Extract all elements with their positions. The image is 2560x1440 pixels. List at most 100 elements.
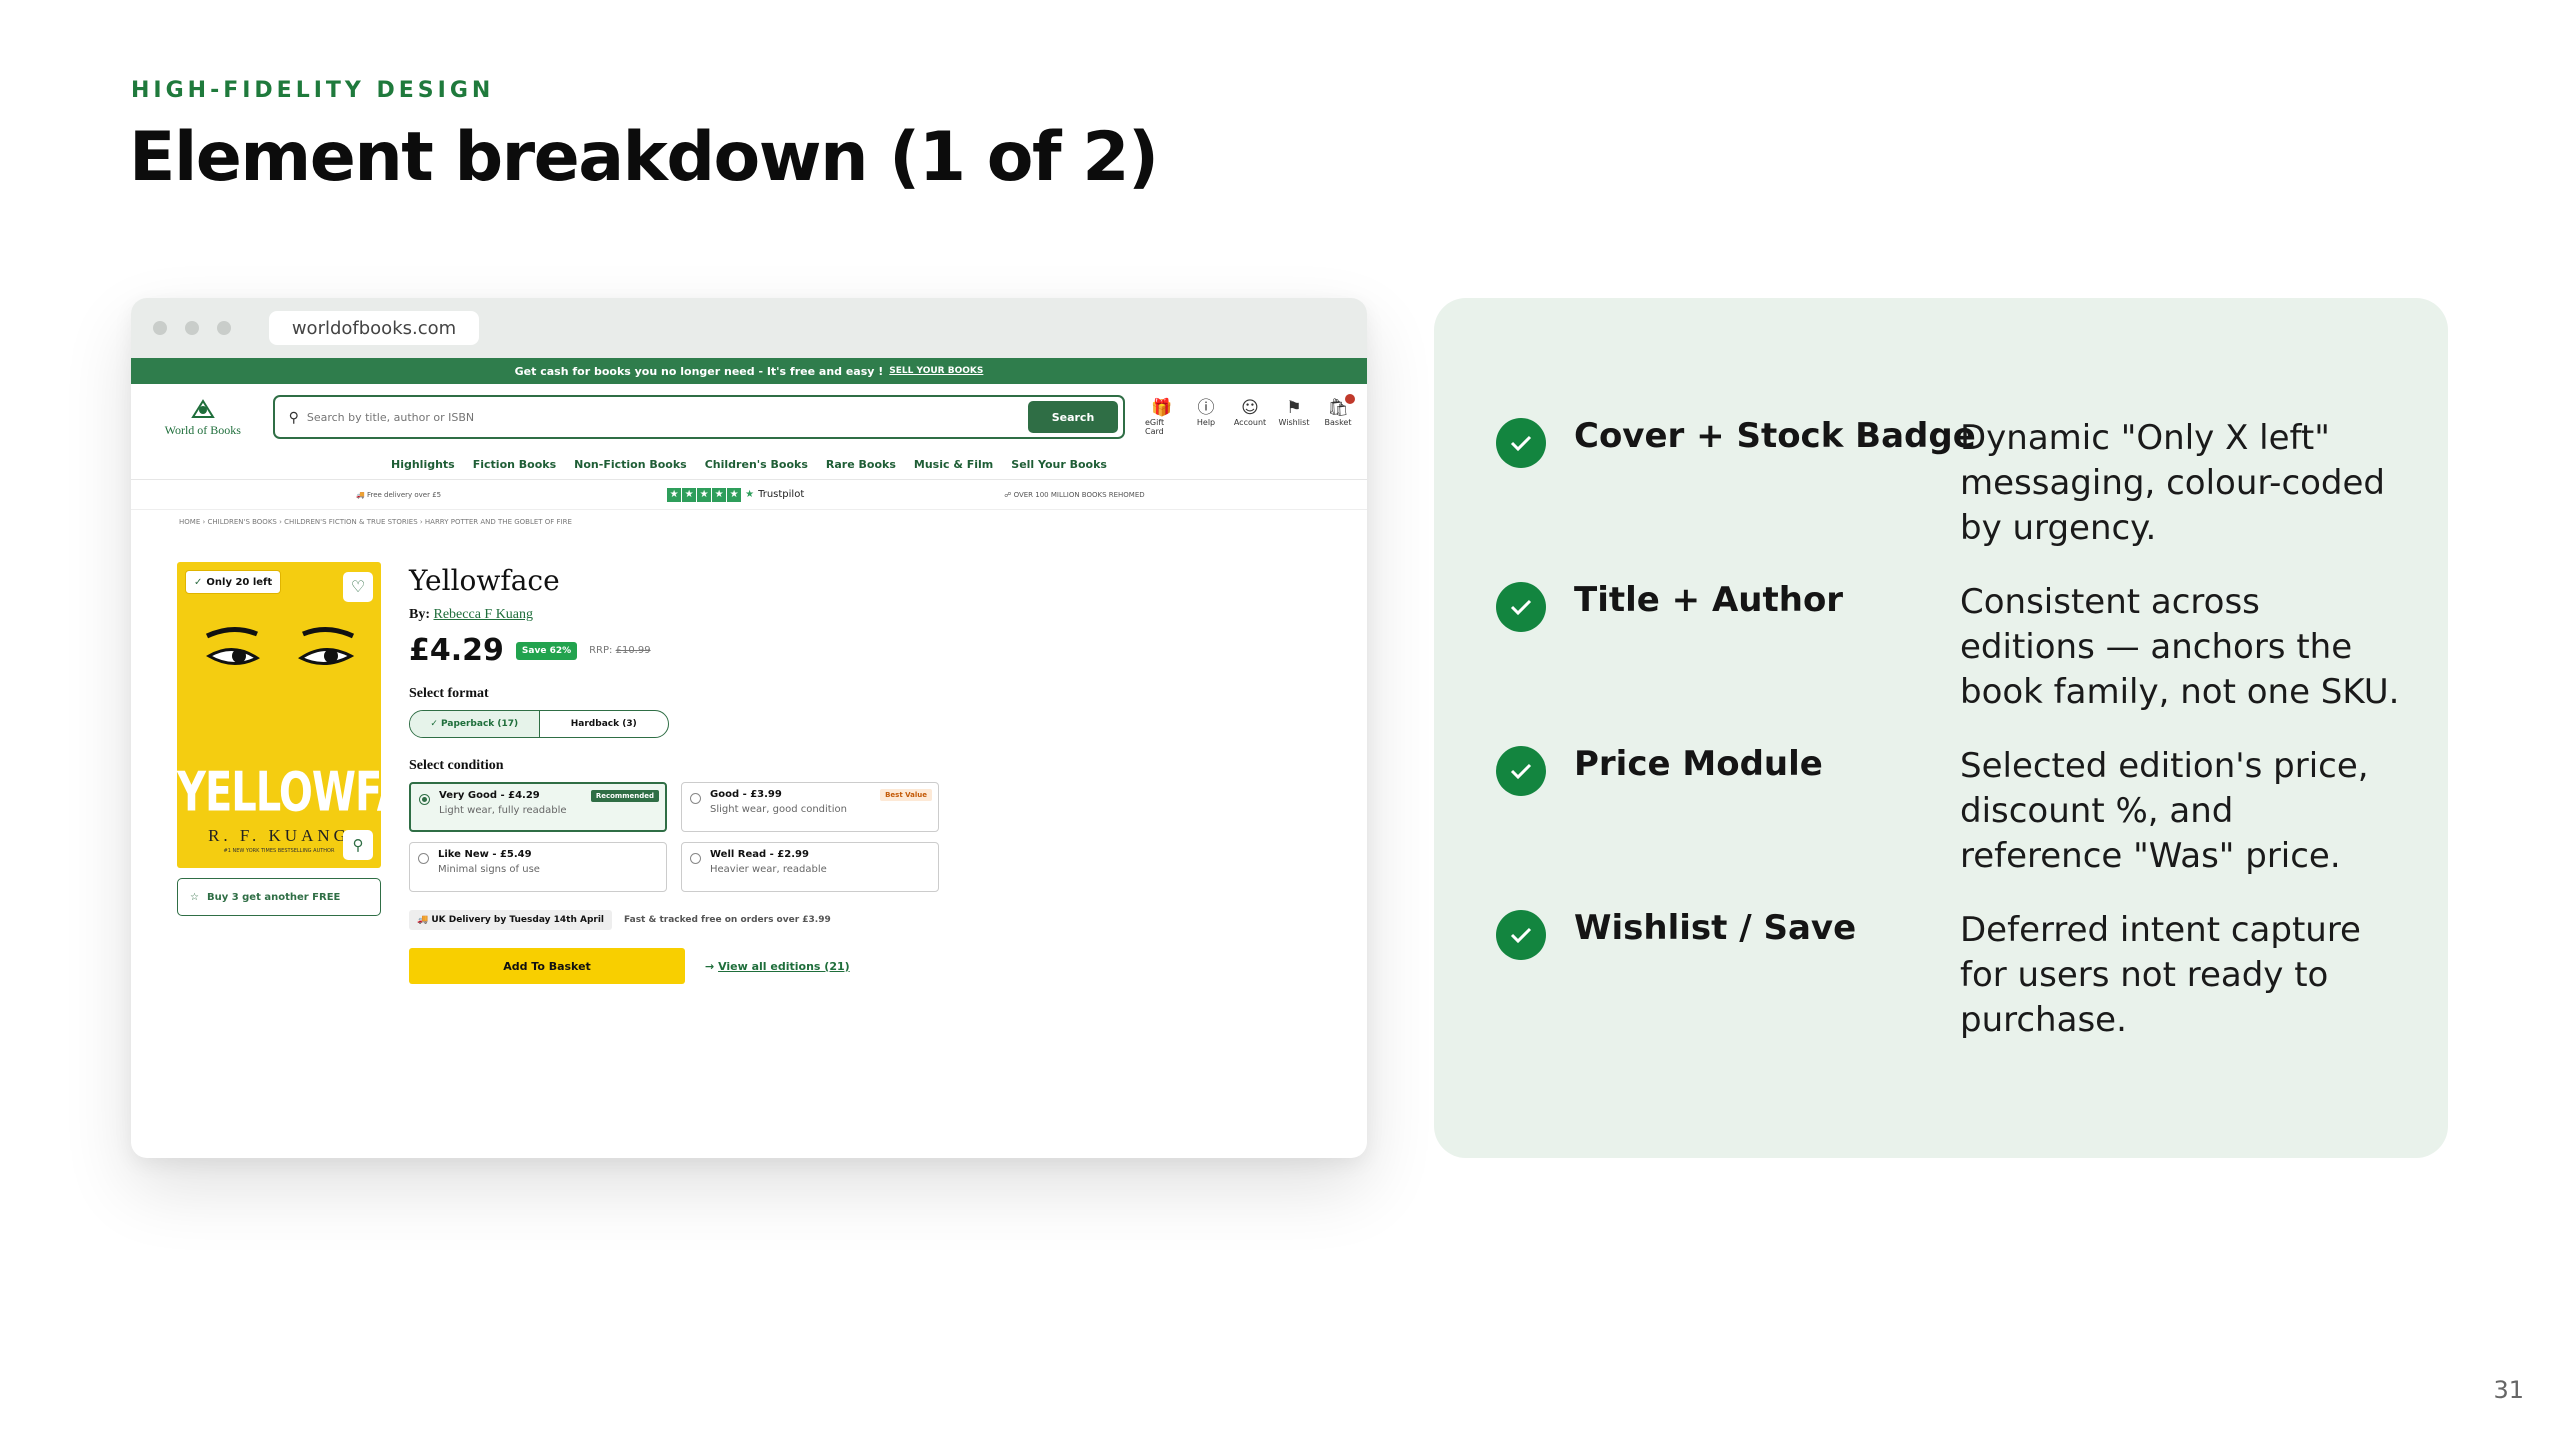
condition-very-good[interactable]: Very Good - £4.29 Light wear, fully read… [409,782,667,832]
egift-card-label: eGift Card [1145,418,1165,436]
category-nav: Highlights Fiction Books Non-Fiction Boo… [131,450,1367,480]
rehomed-note: ☍ OVER 100 MILLION BOOKS REHOMED [1004,490,1145,499]
feature-panel: Cover + Stock Badge Dynamic "Only X left… [1434,298,2448,1158]
condition-grid: Very Good - £4.29 Light wear, fully read… [409,782,969,892]
condition-title: Like New - £5.49 [438,849,532,860]
window-dot-maximize[interactable] [217,321,231,335]
add-to-basket-button[interactable]: Add To Basket [409,948,685,984]
bundle-offer-button[interactable]: ☆ Buy 3 get another FREE [177,878,381,916]
breadcrumb: HOME › CHILDREN'S BOOKS › CHILDREN'S FIC… [179,518,572,526]
radio-like-new[interactable] [418,853,429,864]
basket-icon: 🛍 [1327,394,1355,418]
browser-chrome: worldofbooks.com [131,298,1367,358]
cta-row: Add To Basket → View all editions (21) [409,948,969,984]
gift-icon: 🎁 [1151,398,1173,418]
window-dot-close[interactable] [153,321,167,335]
breadcrumb-childrens-fiction[interactable]: CHILDREN'S FICTION & TRUE STORIES [284,518,418,526]
trust-bar: 🚚 Free delivery over £5 ★ ★ ★ ★ ★ ★ Trustpil… [131,480,1367,510]
condition-sub: Minimal signs of use [438,864,540,875]
view-editions-link[interactable]: → View all editions (21) [705,960,850,973]
star-icon: ★ [745,489,755,500]
slide-title: Element breakdown (1 of 2) [129,118,1159,197]
author-link[interactable]: Rebecca F Kuang [434,607,534,622]
feature-desc: Deferred intent capture for users not re… [1960,910,2361,1040]
help-link[interactable]: ⓘ Help [1189,398,1223,436]
radio-very-good[interactable] [419,794,430,805]
free-delivery-text: Free delivery over £5 [366,490,442,499]
nav-sell-your-books[interactable]: Sell Your Books [1011,458,1107,471]
format-hardback-label: Hardback (3) [570,719,637,729]
condition-sub: Slight wear, good condition [710,804,847,815]
nav-highlights[interactable]: Highlights [391,458,455,471]
search-icon: ⚲ [288,408,299,425]
window-dot-minimize[interactable] [185,321,199,335]
price: £4.29 [409,633,504,668]
rrp-price: RRP: £10.99 [589,645,650,656]
breadcrumb-home[interactable]: HOME [179,518,200,526]
browser-mockup: worldofbooks.com Get cash for books you … [131,298,1367,1158]
breadcrumb-childrens-books[interactable]: CHILDREN'S BOOKS [208,518,277,526]
nav-rare-books[interactable]: Rare Books [826,458,896,471]
site-logo[interactable]: World of Books [153,397,253,438]
check-icon: ✓ [194,576,203,588]
arrow-right-icon: → [705,959,715,973]
nav-music-film[interactable]: Music & Film [914,458,993,471]
rrp-value: £10.99 [615,645,651,656]
search-box: ⚲ Search [272,395,1125,439]
account-link[interactable]: ☺ Account [1233,398,1267,436]
basket-count-badge [1344,394,1355,404]
page-number: 31 [2493,1376,2524,1404]
nav-childrens-books[interactable]: Children's Books [705,458,808,471]
egift-card-link[interactable]: 🎁 eGift Card [1145,398,1179,436]
format-label: Select format [409,686,489,701]
zoom-button[interactable]: ⚲ [343,830,373,860]
feature-title: Cover + Stock Badge [1574,416,1976,456]
bookmark-icon: ⚑ [1286,398,1302,418]
trustpilot-rating[interactable]: ★ ★ ★ ★ ★ ★ Trustpilot [667,487,804,502]
promo-text: Get cash for books you no longer need - … [514,364,884,378]
breadcrumb-current: HARRY POTTER AND THE GOBLET OF FIRE [424,518,572,526]
radio-well-read[interactable] [690,853,701,864]
radio-good[interactable] [690,793,701,804]
format-paperback[interactable]: ✓ Paperback (17) [410,711,540,737]
rehomed-text: OVER 100 MILLION BOOKS REHOMED [1013,490,1145,499]
sell-your-books-link[interactable]: SELL YOUR BOOKS [889,366,983,376]
product-info: Yellowface By: Rebecca F Kuang £4.29 Sav… [409,564,969,984]
wishlist-heart-button[interactable]: ♡ [343,572,373,602]
save-badge: Save 62% [515,641,578,660]
nav-fiction-books[interactable]: Fiction Books [473,458,556,471]
heart-icon: ♡ [350,579,366,596]
free-delivery-note: 🚚 Free delivery over £5 [356,490,442,499]
feature-desc: Dynamic "Only X left" messaging, colour-… [1960,418,2386,548]
delivery-row: 🚚 UK Delivery by Tuesday 14th April Fast… [409,910,969,930]
check-circle-icon [1496,746,1546,796]
condition-well-read[interactable]: Well Read - £2.99 Heavier wear, readable [681,842,939,892]
stock-badge-text: Only 20 left [206,576,273,588]
stock-badge: ✓ Only 20 left [185,570,282,594]
format-hardback[interactable]: Hardback (3) [540,711,669,737]
promo-banner: Get cash for books you no longer need - … [131,358,1367,384]
search-button[interactable]: Search [1028,401,1118,433]
book-cover[interactable]: ✓ Only 20 left ♡ YELLOWFACE R. F. KUANG … [177,562,462,868]
help-label: Help [1196,418,1216,427]
condition-good[interactable]: Good - £3.99 Slight wear, good condition… [681,782,939,832]
cover-title: YELLOWFACE [177,761,462,825]
nav-non-fiction-books[interactable]: Non-Fiction Books [574,458,687,471]
basket-label: Basket [1324,418,1352,427]
condition-like-new[interactable]: Like New - £5.49 Minimal signs of use [409,842,667,892]
best-value-tag: Best Value [880,789,932,801]
view-editions-label: View all editions (21) [718,959,850,973]
condition-sub: Heavier wear, readable [710,864,827,875]
wishlist-link[interactable]: ⚑ Wishlist [1277,398,1311,436]
format-paperback-label: Paperback (17) [441,719,519,729]
product-section: ✓ Only 20 left ♡ YELLOWFACE R. F. KUANG … [131,534,1367,1094]
account-label: Account [1233,418,1267,427]
feature-title: Title + Author [1574,580,1844,620]
star-outline-icon: ☆ [190,891,199,903]
feature-desc: Consistent across editions — anchors the… [1960,582,2400,712]
basket-link[interactable]: 🛍 Basket [1321,394,1355,436]
bundle-offer-label: Buy 3 get another FREE [206,891,341,903]
feature-title: Price Module [1574,744,1823,784]
search-input[interactable] [306,410,1028,424]
url-bar[interactable]: worldofbooks.com [269,311,479,345]
